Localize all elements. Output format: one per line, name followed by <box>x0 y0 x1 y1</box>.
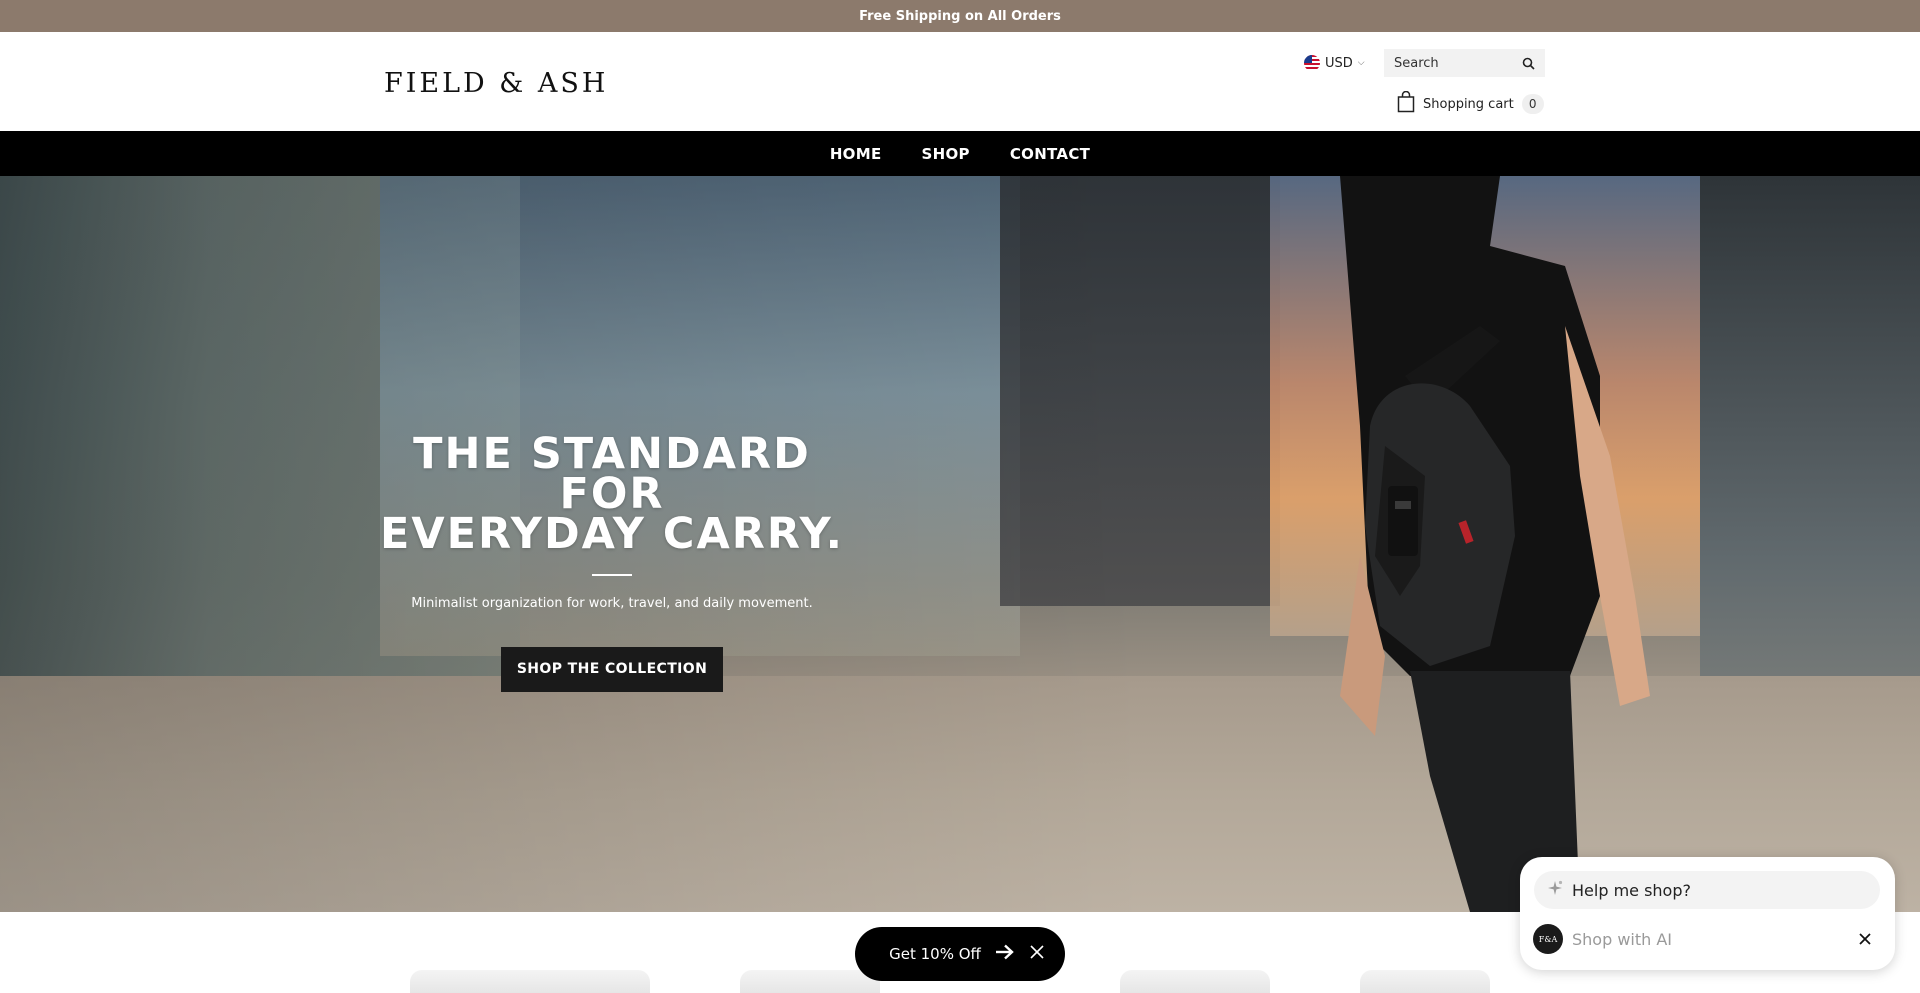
brand-logo[interactable]: FIELD & ASH <box>384 68 608 99</box>
hero-model-with-bag-image <box>1340 176 1650 912</box>
brand-avatar: F&A <box>1533 924 1563 954</box>
ai-chat-input[interactable] <box>1572 924 1832 954</box>
ai-prompt-text: Help me shop? <box>1572 880 1691 900</box>
search-input[interactable] <box>1384 49 1514 77</box>
nav-item-home[interactable]: HOME <box>830 145 882 163</box>
search-box <box>1384 49 1545 77</box>
sparkle-icon <box>1546 879 1564 901</box>
hero-title-line-2: EVERYDAY CARRY. <box>380 509 844 559</box>
hero-title-line-1: THE STANDARD FOR <box>413 429 811 519</box>
product-preview <box>410 970 650 993</box>
shopping-cart-link[interactable]: Shopping cart 0 <box>1397 90 1544 117</box>
shop-collection-button[interactable]: SHOP THE COLLECTION <box>500 647 724 692</box>
announcement-bar: Free Shipping on All Orders <box>0 0 1920 32</box>
hero-content: THE STANDARD FOR EVERYDAY CARRY. Minimal… <box>370 429 854 692</box>
us-flag-icon <box>1304 55 1320 71</box>
discount-label: Get 10% Off <box>889 945 981 963</box>
nav-item-contact[interactable]: CONTACT <box>1010 145 1090 163</box>
product-preview <box>740 970 880 993</box>
announcement-text: Free Shipping on All Orders <box>859 8 1061 24</box>
close-icon[interactable] <box>1029 944 1045 964</box>
currency-code: USD <box>1325 55 1353 71</box>
arrow-right-icon <box>995 944 1015 964</box>
site-header: FIELD & ASH USD ⌵ Shopping cart 0 <box>0 32 1920 131</box>
product-preview <box>1360 970 1490 993</box>
chevron-down-icon: ⌵ <box>1357 58 1365 68</box>
hero-divider <box>592 574 632 576</box>
hero-subtitle: Minimalist organization for work, travel… <box>411 596 813 611</box>
ai-help-prompt[interactable]: Help me shop? <box>1534 871 1880 909</box>
hero-title: THE STANDARD FOR EVERYDAY CARRY. <box>370 429 854 559</box>
cart-label: Shopping cart <box>1423 96 1514 112</box>
product-preview <box>1120 970 1270 993</box>
main-nav: HOME SHOP CONTACT <box>0 131 1920 176</box>
currency-selector[interactable]: USD ⌵ <box>1304 53 1365 73</box>
nav-item-shop[interactable]: SHOP <box>922 145 970 163</box>
discount-popup-button[interactable]: Get 10% Off <box>855 927 1065 981</box>
shopping-bag-icon <box>1397 90 1415 117</box>
close-icon[interactable] <box>1854 928 1876 950</box>
cart-count-badge: 0 <box>1521 94 1544 114</box>
search-icon[interactable] <box>1514 49 1542 77</box>
ai-shopping-assistant: Help me shop? F&A <box>1520 857 1895 970</box>
